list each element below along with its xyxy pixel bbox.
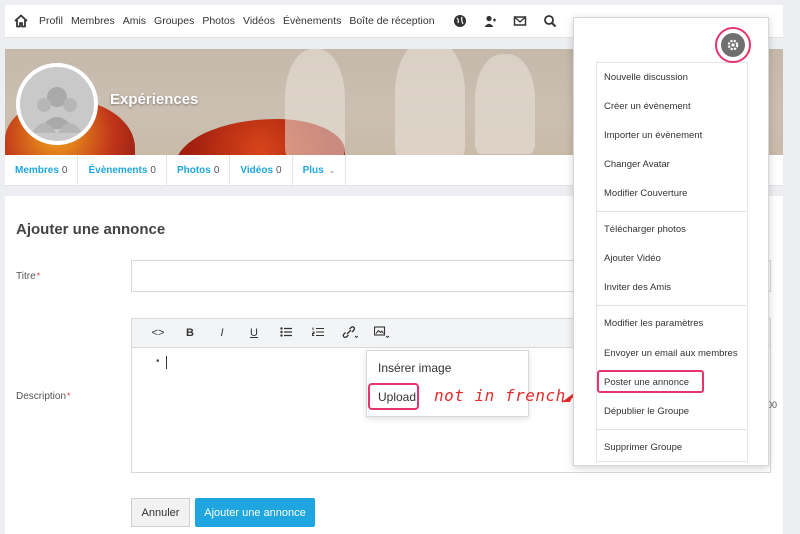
tab-membres[interactable]: Membres 0 — [5, 155, 79, 185]
menu-item-modifier-couverture[interactable]: Modifier Couverture — [604, 188, 687, 199]
menu-item-telecharger-photos[interactable]: Télécharger photos — [604, 224, 686, 235]
mail-icon[interactable] — [513, 14, 527, 28]
menu-item-changer-avatar[interactable]: Changer Avatar — [604, 159, 670, 170]
menu-item-inviter-amis[interactable]: Inviter des Amis — [604, 282, 671, 293]
menu-separator — [596, 305, 746, 306]
titre-label: Titre* — [16, 271, 41, 282]
menu-item-nouvelle-discussion[interactable]: Nouvelle discussion — [604, 72, 688, 83]
home-icon[interactable] — [13, 13, 29, 29]
menu-item-envoyer-email[interactable]: Envoyer un email aux membres — [604, 348, 738, 359]
upload-highlight — [368, 383, 419, 410]
text-caret — [166, 356, 167, 369]
tab-plus[interactable]: Plus ⌄ — [293, 155, 347, 185]
menu-separator — [596, 211, 746, 212]
code-button[interactable]: <> — [142, 327, 174, 339]
nav-evenements[interactable]: Évènements — [283, 15, 341, 27]
nav-videos[interactable]: Vidéos — [243, 15, 275, 27]
settings-dropdown — [573, 17, 769, 466]
avatar[interactable] — [16, 63, 98, 145]
nav-amis[interactable]: Amis — [123, 15, 146, 27]
menu-item-modifier-parametres[interactable]: Modifier les paramètres — [604, 318, 703, 329]
tab-photos[interactable]: Photos 0 — [167, 155, 231, 185]
menu-item-supprimer-groupe[interactable]: Supprimer Groupe — [604, 442, 682, 453]
image-icon[interactable] — [366, 325, 398, 341]
gear-icon — [721, 33, 745, 57]
bullet-list-icon[interactable] — [270, 326, 302, 340]
group-title: Expériences — [110, 91, 199, 108]
tab-videos[interactable]: Vidéos 0 — [230, 155, 293, 185]
tab-evenements[interactable]: Évènements 0 — [78, 155, 167, 185]
nav-membres[interactable]: Membres — [71, 15, 115, 27]
chevron-down-icon: ⌄ — [328, 165, 336, 175]
settings-gear-button[interactable] — [715, 27, 751, 63]
bold-button[interactable]: B — [174, 327, 206, 339]
search-icon[interactable] — [543, 14, 557, 28]
menu-item-ajouter-video[interactable]: Ajouter Vidéo — [604, 253, 661, 264]
numbered-list-icon[interactable] — [302, 327, 334, 340]
menu-item-depublier-groupe[interactable]: Dépublier le Groupe — [604, 406, 689, 417]
menu-separator — [596, 429, 746, 430]
nav-profil[interactable]: Profil — [39, 15, 63, 27]
nav-groupes[interactable]: Groupes — [154, 15, 194, 27]
poster-annonce-highlight — [597, 370, 704, 393]
menu-item-importer-evenement[interactable]: Importer un évènement — [604, 130, 702, 141]
nav-photos[interactable]: Photos — [202, 15, 235, 27]
page-title: Ajouter une annonce — [16, 221, 166, 238]
description-label: Description* — [16, 391, 71, 402]
insert-image-item[interactable]: Insérer image — [378, 361, 451, 375]
nav-inbox[interactable]: Boîte de réception — [349, 15, 434, 27]
menu-item-creer-evenement[interactable]: Créer un évènement — [604, 101, 691, 112]
underline-button[interactable]: U — [238, 327, 270, 339]
cancel-button[interactable]: Annuler — [131, 498, 190, 527]
globe-icon[interactable] — [453, 14, 467, 28]
submit-button[interactable]: Ajouter une annonce — [195, 498, 315, 527]
list-bullet: • — [156, 356, 160, 367]
user-icon[interactable] — [483, 14, 497, 28]
link-icon[interactable] — [334, 325, 366, 341]
italic-button[interactable]: I — [206, 327, 238, 339]
